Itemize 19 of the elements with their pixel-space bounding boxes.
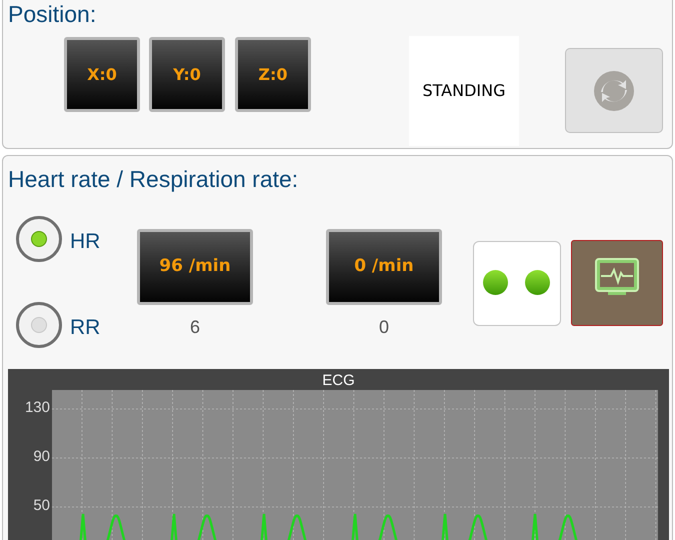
refresh-icon: [593, 70, 635, 112]
axis-readout: Y:0: [149, 37, 225, 112]
axis-readout: Z:0: [235, 37, 311, 112]
radio-label: HR: [70, 229, 100, 255]
axis-readout: X:0: [64, 37, 140, 112]
rate-readout: 96 /min: [137, 229, 253, 305]
sample-count: 6: [188, 316, 201, 339]
radio-label: RR: [70, 315, 100, 341]
section-title: Heart rate / Respiration rate:: [8, 165, 298, 193]
chart-title: ECG: [321, 371, 356, 391]
monitor-button[interactable]: [571, 240, 663, 326]
rate-readout: 0 /min: [326, 229, 442, 305]
axis-label: 50: [32, 498, 50, 514]
section-title: Position:: [8, 0, 96, 28]
heart-monitor-icon: [594, 257, 640, 297]
sample-count: 0: [378, 316, 390, 339]
axis-label: 130: [24, 400, 50, 416]
axis-label: 90: [32, 449, 50, 465]
posture-label: STANDING: [409, 36, 519, 146]
